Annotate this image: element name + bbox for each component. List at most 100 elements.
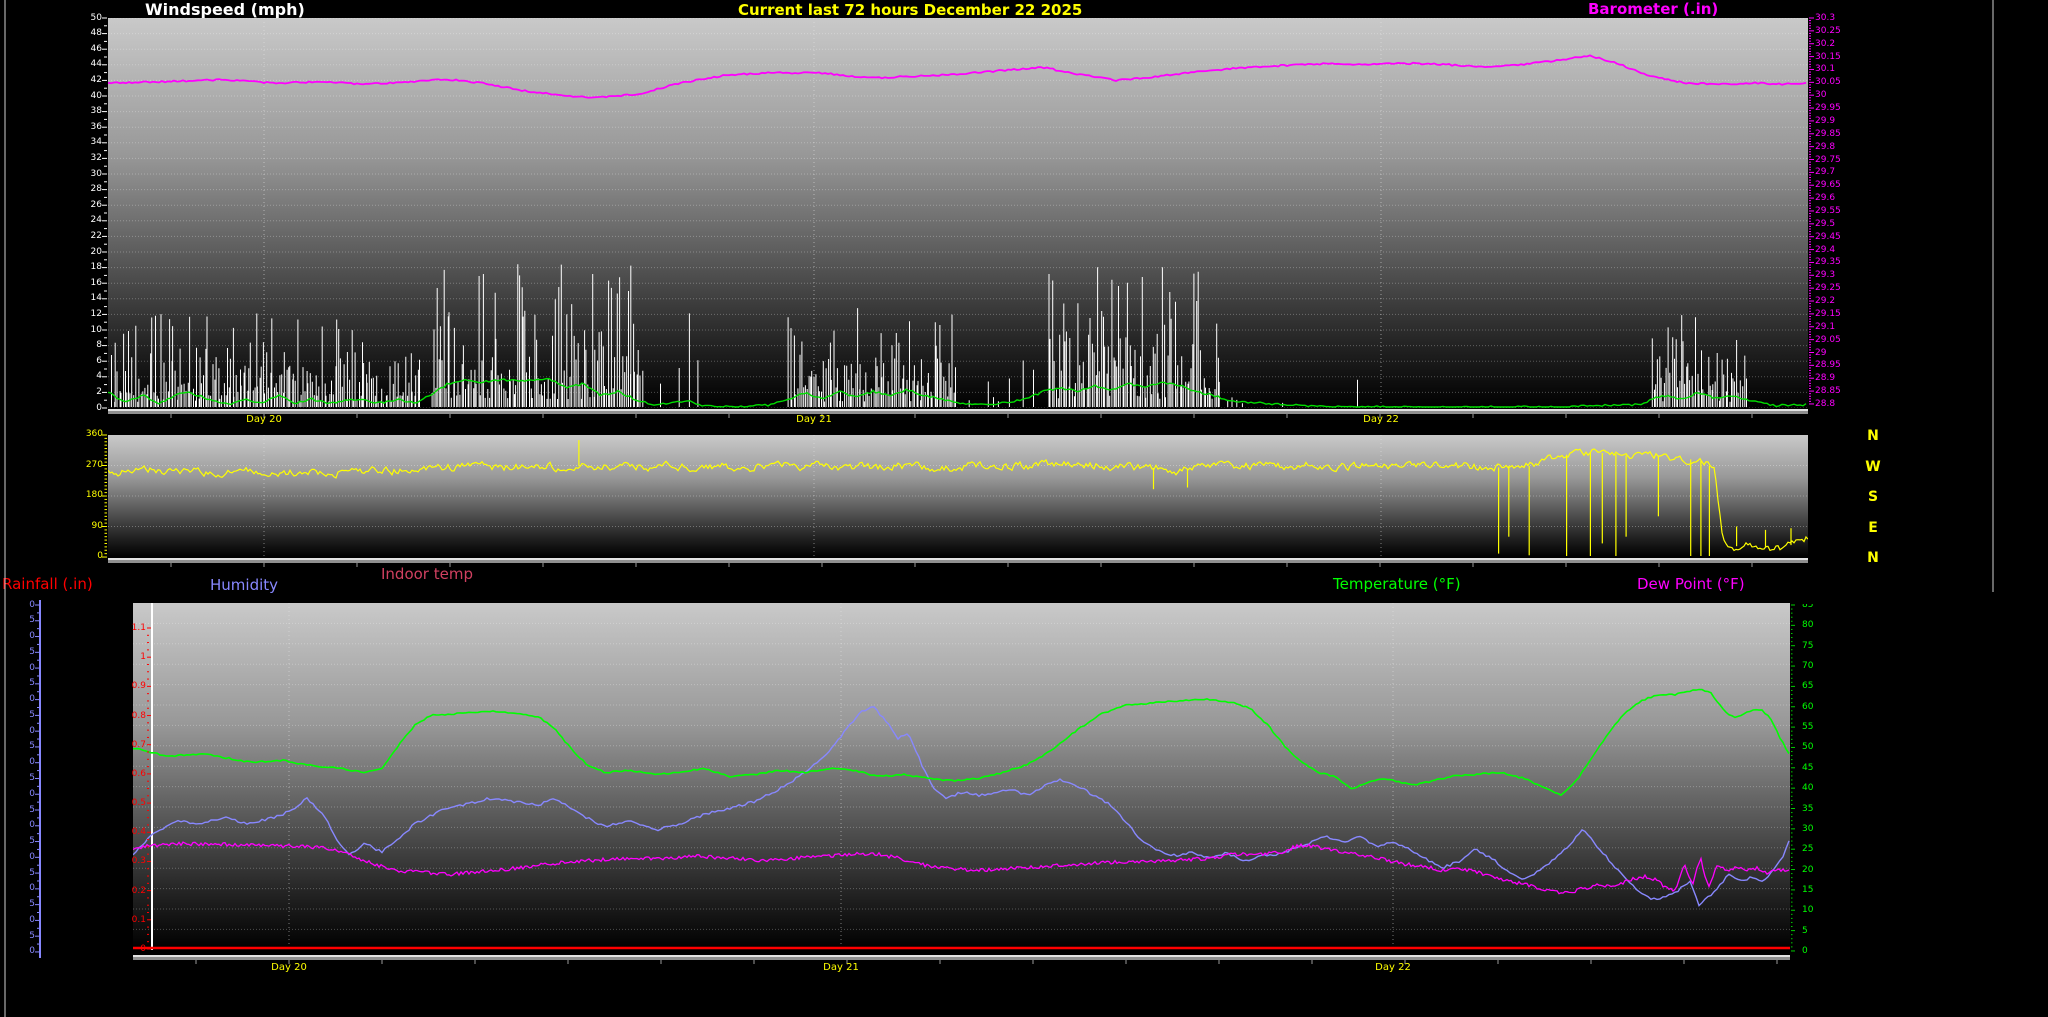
windspeed-tick-label: 10	[62, 326, 102, 335]
windspeed-tick-label: 0	[62, 404, 102, 413]
panel-baseline-bar	[108, 409, 1808, 411]
barometer-tick-label: 29.5	[1815, 220, 1835, 229]
direction-tick-label: 0	[63, 552, 103, 561]
humidity-tick-label: 5	[27, 869, 35, 878]
barometer-tick-label: 28.95	[1815, 361, 1841, 370]
humidity-tick-label: 0	[27, 853, 35, 862]
compass-label: S	[1862, 489, 1884, 505]
temperature-tick-label: 80	[1802, 621, 1813, 630]
rainfall-tick-label: 1.1	[120, 624, 146, 633]
windspeed-tick-label: 34	[62, 138, 102, 147]
barometer-tick-label: 29.35	[1815, 258, 1841, 267]
barometer-tick-label: 29.95	[1815, 104, 1841, 113]
temperature-tick-label: 30	[1802, 825, 1813, 834]
barometer-tick-label: 29.25	[1815, 284, 1841, 293]
rainfall-tick-label: 0	[120, 945, 146, 954]
windspeed-tick-label: 6	[62, 357, 102, 366]
barometer-tick-label: 29.2	[1815, 297, 1835, 306]
day-label: Day 20	[254, 962, 324, 973]
humidity-tick-label: 0	[27, 916, 35, 925]
direction-tick-label: 180	[63, 491, 103, 500]
barometer-tick-label: 30.2	[1815, 40, 1835, 49]
temperature-tick-label: 15	[1802, 886, 1813, 895]
temperature-tick-label: 75	[1802, 642, 1813, 651]
humidity-tick-label: 5	[27, 616, 35, 625]
barometer-tick-label: 30.1	[1815, 65, 1835, 74]
windspeed-tick-label: 48	[62, 29, 102, 38]
humidity-tick-label: 5	[27, 837, 35, 846]
humidity-tick-label: 0	[27, 727, 35, 736]
barometer-tick-label: 30.3	[1815, 14, 1835, 23]
compass-label: E	[1862, 520, 1884, 536]
barometer-tick-label: 29.65	[1815, 181, 1841, 190]
barometer-tick-label: 30.25	[1815, 27, 1841, 36]
windspeed-tick-label: 50	[62, 14, 102, 23]
temperature-tick-label: 45	[1802, 764, 1813, 773]
windspeed-tick-label: 24	[62, 216, 102, 225]
humidity-tick-label: 0	[27, 695, 35, 704]
barometer-tick-label: 28.9	[1815, 374, 1835, 383]
humidity-tick-label: 0	[27, 884, 35, 893]
windspeed-tick-label: 20	[62, 248, 102, 257]
humidity-tick-label: 5	[27, 648, 35, 657]
barometer-tick-label: 29.4	[1815, 246, 1835, 255]
temperature-tick-label: 60	[1802, 703, 1813, 712]
barometer-tick-label: 30.15	[1815, 53, 1841, 62]
windspeed-tick-label: 36	[62, 123, 102, 132]
windspeed-tick-label: 2	[62, 388, 102, 397]
temperature-tick-label: 55	[1802, 723, 1813, 732]
barometer-tick-label: 30.05	[1815, 78, 1841, 87]
panel-baseline-bar	[108, 558, 1808, 560]
windspeed-tick-label: 46	[62, 45, 102, 54]
barometer-tick-label: 29.15	[1815, 310, 1841, 319]
barometer-tick-label: 29.6	[1815, 194, 1835, 203]
windspeed-tick-label: 40	[62, 92, 102, 101]
day-label: Day 21	[806, 962, 876, 973]
compass-label: W	[1862, 459, 1884, 475]
day-label: Day 22	[1358, 962, 1428, 973]
direction-tick-label: 90	[63, 522, 103, 531]
barometer-tick-label: 29.85	[1815, 130, 1841, 139]
temperature-tick-label: 5	[1802, 927, 1808, 936]
direction-tick-label: 360	[63, 430, 103, 439]
barometer-tick-label: 29.45	[1815, 233, 1841, 242]
temperature-tick-label: 50	[1802, 743, 1813, 752]
barometer-tick-label: 29.8	[1815, 143, 1835, 152]
windspeed-tick-label: 30	[62, 170, 102, 179]
temperature-tick-label: 20	[1802, 866, 1813, 875]
humidity-tick-label: 0	[27, 758, 35, 767]
temperature-tick-label: 85	[1802, 604, 1813, 610]
barometer-tick-label: 29.7	[1815, 168, 1835, 177]
temperature-tick-label: 25	[1802, 845, 1813, 854]
windspeed-tick-label: 44	[62, 60, 102, 69]
humidity-tick-label: 0	[27, 947, 35, 956]
windspeed-tick-label: 28	[62, 185, 102, 194]
temperature-tick-label: 0	[1802, 947, 1808, 956]
humidity-tick-label: 5	[27, 774, 35, 783]
barometer-tick-label: 29.3	[1815, 271, 1835, 280]
barometer-tick-label: 29.75	[1815, 156, 1841, 165]
panel-baseline-bar	[133, 955, 1790, 957]
temperature-tick-label: 70	[1802, 662, 1813, 671]
humidity-tick-label: 5	[27, 900, 35, 909]
temperature-tick-label: 10	[1802, 906, 1813, 915]
windspeed-tick-label: 4	[62, 372, 102, 381]
windspeed-tick-label: 26	[62, 201, 102, 210]
compass-label: N	[1862, 428, 1884, 444]
rainfall-tick-label: 0.4	[120, 828, 146, 837]
rainfall-tick-label: 1	[120, 653, 146, 662]
day-label: Day 21	[779, 414, 849, 425]
day-label: Day 20	[229, 414, 299, 425]
panel-baseline-bar	[108, 560, 1808, 563]
humidity-tick-label: 0	[27, 821, 35, 830]
day-label: Day 22	[1346, 414, 1416, 425]
barometer-tick-label: 29.9	[1815, 117, 1835, 126]
windspeed-tick-label: 42	[62, 76, 102, 85]
humidity-tick-label: 5	[27, 742, 35, 751]
panel-baseline-bar	[133, 957, 1790, 960]
compass-label: N	[1862, 550, 1884, 566]
barometer-tick-label: 28.85	[1815, 387, 1841, 396]
humidity-tick-label: 5	[27, 932, 35, 941]
windspeed-tick-label: 16	[62, 279, 102, 288]
rainfall-tick-label: 0.3	[120, 857, 146, 866]
